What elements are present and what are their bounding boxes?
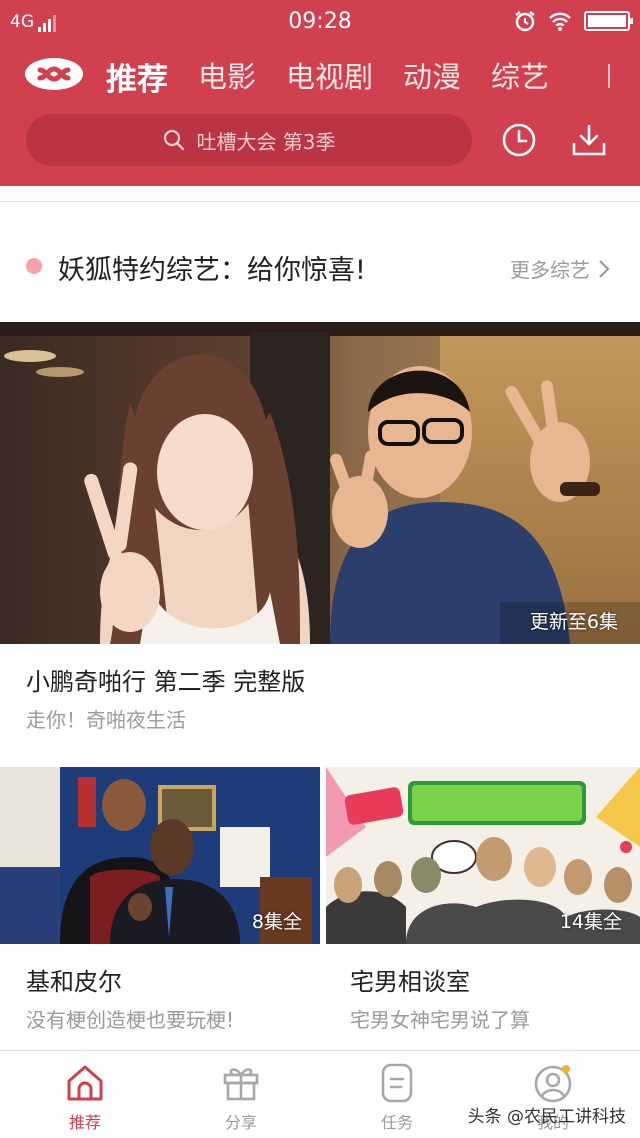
- search-placeholder: 吐槽大会 第3季: [196, 129, 336, 154]
- show-thumbnail-1[interactable]: 8集全: [0, 767, 320, 944]
- bottom-nav-recommend-label: 推荐: [68, 1113, 101, 1132]
- gift-icon: [223, 1068, 259, 1101]
- watermark: 头条 @农民工讲科技: [467, 1107, 626, 1127]
- tab-tv-series[interactable]: 电视剧: [286, 54, 373, 99]
- show-2-subtitle: 宅男女神宅男说了算: [350, 1008, 530, 1032]
- alarm-icon: [515, 11, 535, 32]
- tab-variety[interactable]: 综艺: [491, 54, 549, 99]
- section-header: 妖狐特约综艺：给你惊喜! 更多综艺: [0, 240, 640, 296]
- tab-recommend[interactable]: 推荐: [106, 54, 168, 99]
- more-variety-label: 更多综艺: [510, 258, 590, 282]
- app-logo-icon: [25, 58, 83, 90]
- bottom-nav-task[interactable]: 任务: [352, 1061, 442, 1133]
- section-dot: [26, 258, 42, 274]
- history-icon[interactable]: [500, 121, 538, 159]
- show-1-subtitle: 没有梗创造梗也要玩梗!: [26, 1008, 235, 1032]
- status-bar: 4G 09:28: [0, 0, 640, 44]
- profile-icon: [534, 1065, 572, 1103]
- more-variety-link[interactable]: 更多综艺: [510, 254, 610, 283]
- featured-title[interactable]: 小鹏奇啪行 第二季 完整版: [26, 662, 305, 697]
- channel-nav: 推荐 电影 电视剧 动漫 综艺: [0, 50, 640, 102]
- tab-overflow-indicator: [608, 64, 610, 88]
- bottom-nav-share-label: 分享: [224, 1113, 257, 1132]
- section-title: 妖狐特约综艺：给你惊喜!: [58, 255, 366, 286]
- featured-subtitle: 走你！奇啪夜生活: [26, 708, 186, 732]
- chevron-right-icon: [599, 259, 610, 278]
- featured-episode-badge: 更新至6集: [529, 611, 618, 633]
- tab-anime[interactable]: 动漫: [403, 54, 461, 99]
- featured-image: [0, 322, 640, 644]
- show-1-episode-badge: 8集全: [251, 911, 302, 933]
- bottom-nav-recommend[interactable]: 推荐: [40, 1061, 130, 1133]
- search-input[interactable]: 吐槽大会 第3季: [26, 114, 472, 166]
- search-icon: [164, 129, 185, 151]
- app-header: 4G 09:28 推荐 电影 电视剧 动漫 综艺 吐槽大会 第3季: [0, 0, 640, 186]
- show-thumbnail-2[interactable]: 14集全: [326, 767, 640, 944]
- home-icon: [67, 1065, 103, 1101]
- download-icon[interactable]: [570, 121, 608, 159]
- bottom-nav-task-label: 任务: [380, 1113, 413, 1132]
- bottom-nav-share[interactable]: 分享: [196, 1061, 286, 1133]
- featured-thumbnail[interactable]: 更新至6集: [0, 322, 640, 644]
- show-1-title[interactable]: 基和皮尔: [26, 962, 122, 997]
- wifi-icon: [549, 12, 571, 31]
- show-2-episode-badge: 14集全: [559, 911, 622, 933]
- task-icon: [381, 1063, 413, 1103]
- header-divider: [0, 201, 640, 202]
- tab-movies[interactable]: 电影: [198, 54, 256, 99]
- status-icons: [514, 10, 633, 32]
- show-2-title[interactable]: 宅男相谈室: [350, 962, 470, 997]
- battery-icon: [584, 11, 633, 31]
